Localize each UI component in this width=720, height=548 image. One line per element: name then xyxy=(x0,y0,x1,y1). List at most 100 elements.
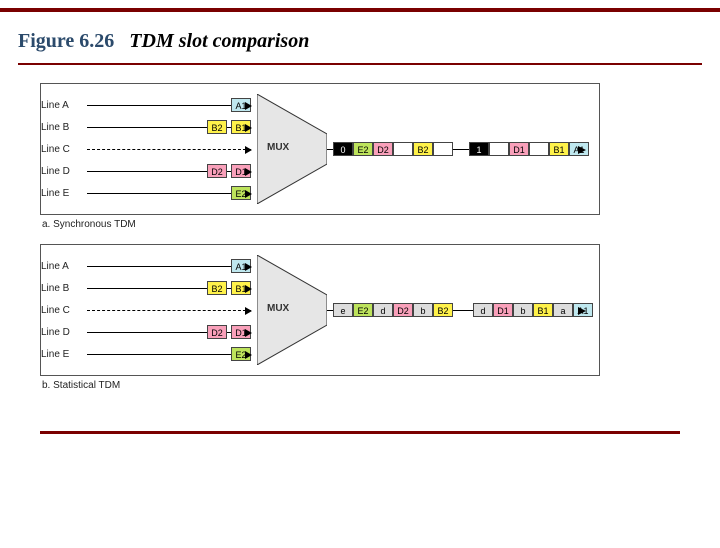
line-e-label: Line E xyxy=(41,349,87,360)
frame-slot: D1 xyxy=(493,303,513,317)
arrow-icon xyxy=(245,329,252,337)
line-d-label: Line D xyxy=(41,327,87,338)
slot-d2: D2 xyxy=(207,164,227,178)
frame-slot-empty xyxy=(393,142,413,156)
frame-hdr: 0 xyxy=(333,142,353,156)
panel-stat: Line A A1 Line B B2 B1 xyxy=(40,244,600,376)
arrow-icon xyxy=(245,124,252,132)
line-c-label: Line C xyxy=(41,305,87,316)
line-e-row: Line E E2 xyxy=(41,182,251,204)
line-b-label: Line B xyxy=(41,122,87,133)
line-d-slots: D2 D1 xyxy=(203,325,251,339)
arrow-icon xyxy=(245,146,252,154)
frame-slot: E2 xyxy=(353,303,373,317)
input-lines-col: Line A A1 Line B B2 B1 xyxy=(41,255,251,365)
panel-stat-body: Line A A1 Line B B2 B1 xyxy=(41,255,585,365)
line-d-wire: D2 D1 xyxy=(87,332,251,333)
line-b-label: Line B xyxy=(41,283,87,294)
line-b-row: Line B B2 B1 xyxy=(41,277,251,299)
frame-slot: B2 xyxy=(413,142,433,156)
line-e-wire: E2 xyxy=(87,193,251,194)
frame-hdr: 1 xyxy=(469,142,489,156)
panel-stat-caption: b. Statistical TDM xyxy=(42,380,680,391)
input-lines-col: Line A A1 Line B B2 B1 xyxy=(41,94,251,204)
bottom-rule xyxy=(40,431,680,434)
frame-slot: D2 xyxy=(393,303,413,317)
frame-slot: D1 xyxy=(509,142,529,156)
addr-slot: e xyxy=(333,303,353,317)
arrow-icon xyxy=(245,263,252,271)
addr-slot: b xyxy=(513,303,533,317)
mux-label: MUX xyxy=(267,303,289,314)
line-d-slots: D2 D1 xyxy=(203,164,251,178)
line-a-wire: A1 xyxy=(87,105,251,106)
frame-slot: B2 xyxy=(433,303,453,317)
arrow-icon xyxy=(578,146,586,154)
line-d-wire: D2 D1 xyxy=(87,171,251,172)
panel-sync-caption: a. Synchronous TDM xyxy=(42,219,680,230)
frame-slot-empty xyxy=(489,142,509,156)
stat-frame-2: e E2 d D2 b B2 xyxy=(333,303,453,317)
sync-frame-1: 1 D1 B1 A1 xyxy=(469,142,589,156)
output-wire-area: e E2 d D2 b B2 d D1 b B1 a A1 xyxy=(327,255,585,365)
line-a-row: Line A A1 xyxy=(41,255,251,277)
frame-slot-empty xyxy=(433,142,453,156)
line-c-row: Line C xyxy=(41,138,251,160)
output-wire: 0 E2 D2 B2 1 D1 B1 A1 xyxy=(327,149,585,150)
addr-slot: a xyxy=(553,303,573,317)
slot-b2: B2 xyxy=(207,120,227,134)
sync-frame-2: 0 E2 D2 B2 xyxy=(333,142,453,156)
frame-slot: B1 xyxy=(533,303,553,317)
line-b-slots: B2 B1 xyxy=(203,120,251,134)
line-a-wire: A1 xyxy=(87,266,251,267)
output-wire-area: 0 E2 D2 B2 1 D1 B1 A1 xyxy=(327,94,585,204)
panel-sync: Line A A1 Line B B2 B1 xyxy=(40,83,600,215)
arrow-icon xyxy=(245,102,252,110)
frame-slot: E2 xyxy=(353,142,373,156)
figure-number: Figure 6.26 xyxy=(18,30,114,52)
addr-slot: d xyxy=(373,303,393,317)
line-b-wire: B2 B1 xyxy=(87,127,251,128)
line-a-label: Line A xyxy=(41,261,87,272)
mux-shape: MUX xyxy=(257,94,327,204)
figure-caption: TDM slot comparison xyxy=(129,30,309,52)
frame-slot: B1 xyxy=(549,142,569,156)
line-c-wire xyxy=(87,149,251,150)
under-title-rule xyxy=(18,63,702,65)
arrow-icon xyxy=(245,168,252,176)
addr-slot: b xyxy=(413,303,433,317)
figure-header: Figure 6.26 TDM slot comparison xyxy=(0,20,720,65)
addr-slot: d xyxy=(473,303,493,317)
slot-d2: D2 xyxy=(207,325,227,339)
line-c-label: Line C xyxy=(41,144,87,155)
line-e-row: Line E E2 xyxy=(41,343,251,365)
line-a-label: Line A xyxy=(41,100,87,111)
stat-frame-1: d D1 b B1 a A1 xyxy=(473,303,593,317)
frame-slot-empty xyxy=(529,142,549,156)
arrow-icon xyxy=(578,307,586,315)
figure-title: Figure 6.26 TDM slot comparison xyxy=(18,20,702,59)
frame-slot: D2 xyxy=(373,142,393,156)
line-d-label: Line D xyxy=(41,166,87,177)
arrow-icon xyxy=(245,285,252,293)
arrow-icon xyxy=(245,307,252,315)
line-d-row: Line D D2 D1 xyxy=(41,321,251,343)
mux-label: MUX xyxy=(267,142,289,153)
line-b-wire: B2 B1 xyxy=(87,288,251,289)
slot-b2: B2 xyxy=(207,281,227,295)
line-c-wire xyxy=(87,310,251,311)
line-e-label: Line E xyxy=(41,188,87,199)
line-b-slots: B2 B1 xyxy=(203,281,251,295)
panel-sync-body: Line A A1 Line B B2 B1 xyxy=(41,94,585,204)
line-a-row: Line A A1 xyxy=(41,94,251,116)
line-c-row: Line C xyxy=(41,299,251,321)
diagram-area: Line A A1 Line B B2 B1 xyxy=(0,73,720,425)
line-b-row: Line B B2 B1 xyxy=(41,116,251,138)
arrow-icon xyxy=(245,190,252,198)
output-wire: e E2 d D2 b B2 d D1 b B1 a A1 xyxy=(327,310,585,311)
arrow-icon xyxy=(245,351,252,359)
mux-shape: MUX xyxy=(257,255,327,365)
top-rule xyxy=(0,8,720,12)
line-d-row: Line D D2 D1 xyxy=(41,160,251,182)
line-e-wire: E2 xyxy=(87,354,251,355)
